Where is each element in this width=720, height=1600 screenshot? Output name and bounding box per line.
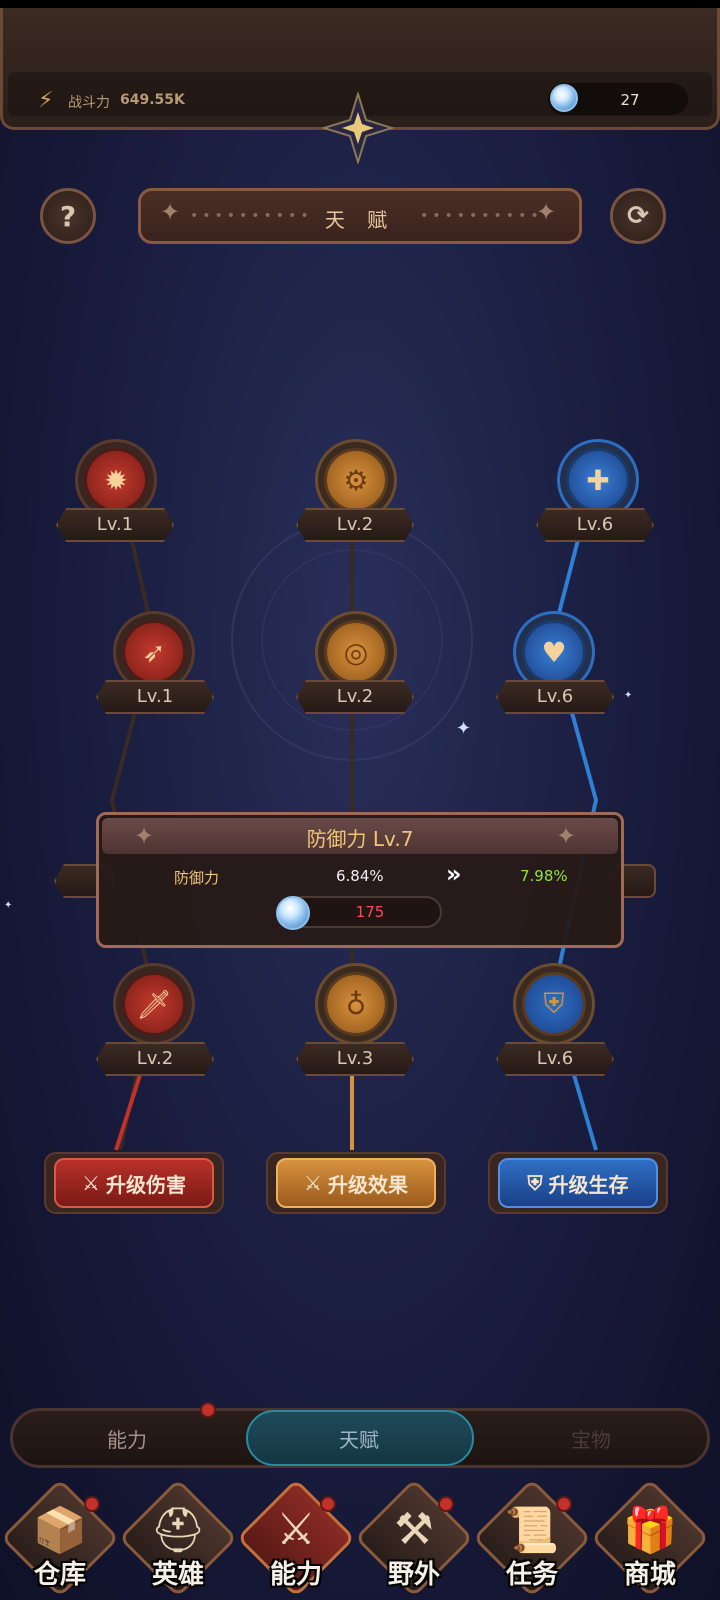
popup-title: 防御力 Lv.7 — [306, 827, 414, 851]
tab-ability[interactable]: 能力 — [14, 1418, 240, 1462]
notification-dot — [438, 1496, 454, 1512]
nav-label: 能力 — [269, 1560, 322, 1590]
shield-icon: ⛨ — [527, 1171, 543, 1195]
sparkle-icon: ✦ — [624, 690, 633, 701]
upgrade-effect-button[interactable]: ⚔ 升级效果 — [276, 1158, 436, 1208]
nav-label: 英雄 — [151, 1560, 204, 1590]
page-title: 天 赋 — [324, 208, 396, 232]
tab-talent[interactable]: 天赋 — [246, 1418, 472, 1462]
talent-level-plate: Lv.2 — [296, 680, 414, 714]
talent-level-plate: Lv.3 — [296, 1042, 414, 1076]
upgrade-survival-button[interactable]: ⛨ 升级生存 — [498, 1158, 658, 1208]
burst-icon: ✹ — [104, 463, 128, 497]
crossed-swords-icon: ⚔ — [276, 1504, 316, 1555]
talent-level-plate: Lv.1 — [96, 680, 214, 714]
helmet-icon: ⛑ — [150, 1505, 206, 1556]
stat-name: 防御力 — [174, 869, 220, 887]
talent-node-damage-1[interactable]: ✹ — [84, 448, 148, 512]
talent-node-survival-2[interactable]: ♥ — [522, 620, 586, 684]
shield-icon: ⛨ — [543, 987, 565, 1020]
warehouse-icon: 📦 — [32, 1505, 88, 1556]
arrow-burst-icon: ➶ — [142, 635, 166, 669]
stat-current-value: 6.84% — [336, 867, 384, 885]
talent-node-damage-2[interactable]: ➶ — [122, 620, 186, 684]
nav-label: 野外 — [387, 1560, 440, 1590]
talent-node-survival-4[interactable]: ⛨ — [522, 972, 586, 1036]
nav-warehouse[interactable]: 📦 仓库 — [0, 1478, 120, 1600]
nav-quests[interactable]: 📜 任务 — [472, 1478, 592, 1600]
gem-icon — [276, 896, 310, 930]
talent-level-plate: Lv.6 — [536, 508, 654, 542]
compass-star-emblem-icon — [322, 92, 394, 164]
nav-wild[interactable]: ⚒ 野外 — [354, 1478, 474, 1600]
nav-label: 仓库 — [33, 1560, 86, 1590]
gem-count: 27 — [620, 91, 640, 109]
scroll-icon: 📜 — [504, 1505, 560, 1556]
crossed-swords-icon: ⚔ — [82, 1171, 100, 1195]
money-bag-icon: ♁ — [345, 987, 367, 1021]
nav-heroes[interactable]: ⛑ 英雄 — [118, 1478, 238, 1600]
talent-level-plate: Lv.2 — [296, 508, 414, 542]
ring-icon: ◎ — [343, 635, 369, 669]
help-button[interactable]: ? — [40, 188, 96, 244]
talent-level-plate: Lv.1 — [56, 508, 174, 542]
talent-node-effect-4[interactable]: ♁ — [324, 972, 388, 1036]
talent-level-plate: Lv.2 — [96, 1042, 214, 1076]
sword-icon: 🗡 — [136, 987, 172, 1021]
talent-level-plate: Lv.6 — [496, 680, 614, 714]
heal-plus-icon: ✚ — [586, 463, 610, 497]
sparkle-icon: ✦ — [456, 718, 472, 739]
nav-ability[interactable]: ⚔ 能力 — [236, 1478, 356, 1600]
notification-dot — [320, 1496, 336, 1512]
tab-treasure[interactable]: 宝物 — [478, 1418, 704, 1462]
hammer-icon: ⚒ — [394, 1504, 434, 1555]
nav-label: 商城 — [623, 1560, 676, 1590]
sparkle-icon: ✦ — [4, 900, 13, 911]
combat-power-icon: ⚡ — [38, 88, 54, 113]
notification-dot — [556, 1496, 572, 1512]
nav-label: 任务 — [505, 1560, 558, 1590]
talent-node-effect-1[interactable]: ⚙ — [324, 448, 388, 512]
upgrade-damage-label: 升级伤害 — [105, 1172, 186, 1197]
combat-power-label: 战斗力 — [68, 95, 110, 111]
talent-node-damage-4[interactable]: 🗡 — [122, 972, 186, 1036]
heart-icon: ♥ — [541, 635, 567, 669]
upgrade-effect-label: 升级效果 — [327, 1172, 408, 1197]
talent-node-survival-1[interactable]: ✚ — [566, 448, 630, 512]
treasure-chest-icon: 🎁 — [622, 1505, 678, 1556]
nav-shop[interactable]: 🎁 商城 — [590, 1478, 710, 1600]
notification-dot — [200, 1402, 216, 1418]
stat-next-value: 7.98% — [520, 867, 568, 885]
talent-level-plate: Lv.6 — [496, 1042, 614, 1076]
talent-node-effect-2[interactable]: ◎ — [324, 620, 388, 684]
refresh-button[interactable]: ⟳ — [610, 188, 666, 244]
upgrade-cost-value: 175 — [355, 903, 385, 921]
gem-icon — [550, 84, 578, 112]
upgrade-damage-button[interactable]: ⚔ 升级伤害 — [54, 1158, 214, 1208]
upgrade-survival-label: 升级生存 — [548, 1172, 629, 1197]
crossed-swords-icon: ⚔ — [304, 1171, 322, 1195]
double-chevron-right-icon: » — [446, 860, 462, 888]
notification-dot — [84, 1496, 100, 1512]
coin-bag-icon: ⚙ — [343, 463, 369, 497]
combat-power-value: 649.55K — [120, 92, 185, 108]
